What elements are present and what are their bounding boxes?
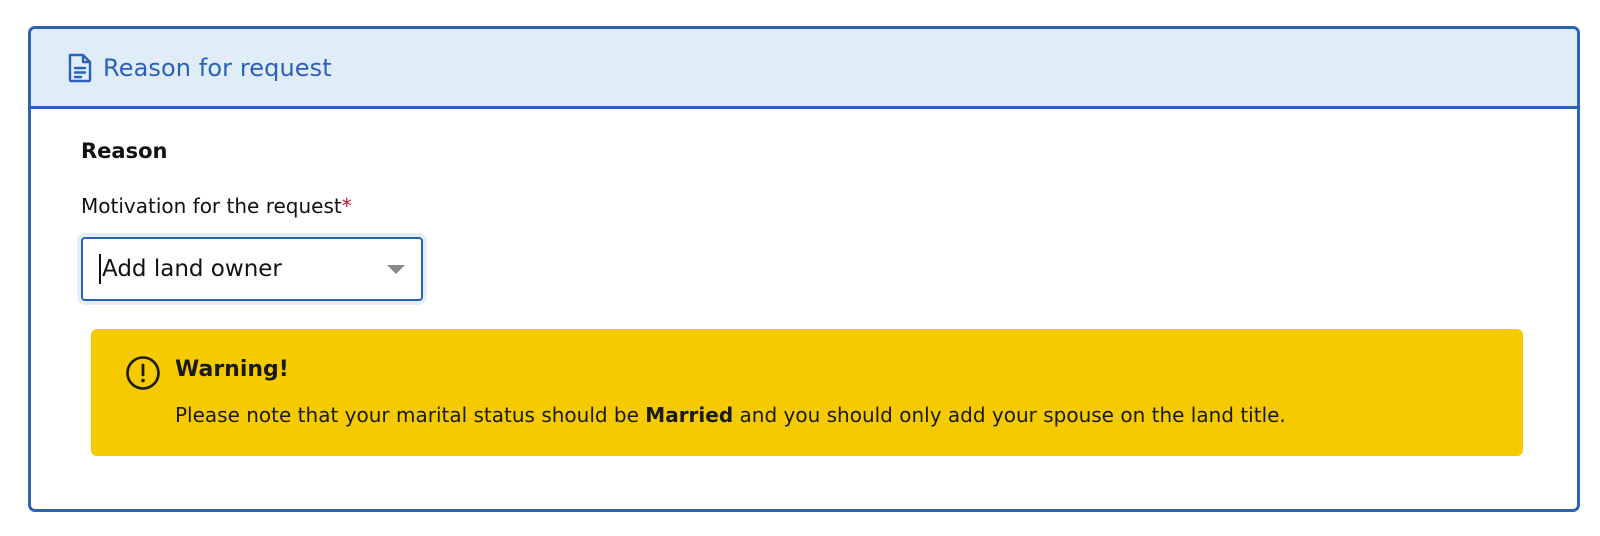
required-mark: * bbox=[341, 194, 352, 218]
warning-text-after: and you should only add your spouse on t… bbox=[733, 403, 1286, 427]
panel-header: Reason for request bbox=[31, 29, 1577, 109]
motivation-label: Motivation for the request* bbox=[81, 194, 352, 218]
reason-panel: Reason for request Reason Motivation for… bbox=[28, 26, 1580, 512]
warning-title: Warning! bbox=[175, 357, 289, 382]
exclamation-circle-icon bbox=[125, 355, 161, 391]
document-icon bbox=[67, 53, 93, 83]
warning-text-before: Please note that your marital status sho… bbox=[175, 403, 646, 427]
section-title: Reason bbox=[81, 139, 168, 163]
motivation-select[interactable]: Add land owner bbox=[81, 237, 423, 301]
panel-title: Reason for request bbox=[103, 53, 332, 82]
motivation-select-value: Add land owner bbox=[102, 256, 282, 282]
motivation-label-text: Motivation for the request bbox=[81, 194, 342, 218]
warning-text-bold: Married bbox=[645, 403, 734, 427]
chevron-down-icon[interactable] bbox=[387, 265, 405, 274]
warning-alert: Warning! Please note that your marital s… bbox=[91, 329, 1523, 456]
warning-message: Please note that your marital status sho… bbox=[175, 403, 1286, 427]
text-cursor bbox=[99, 254, 101, 284]
